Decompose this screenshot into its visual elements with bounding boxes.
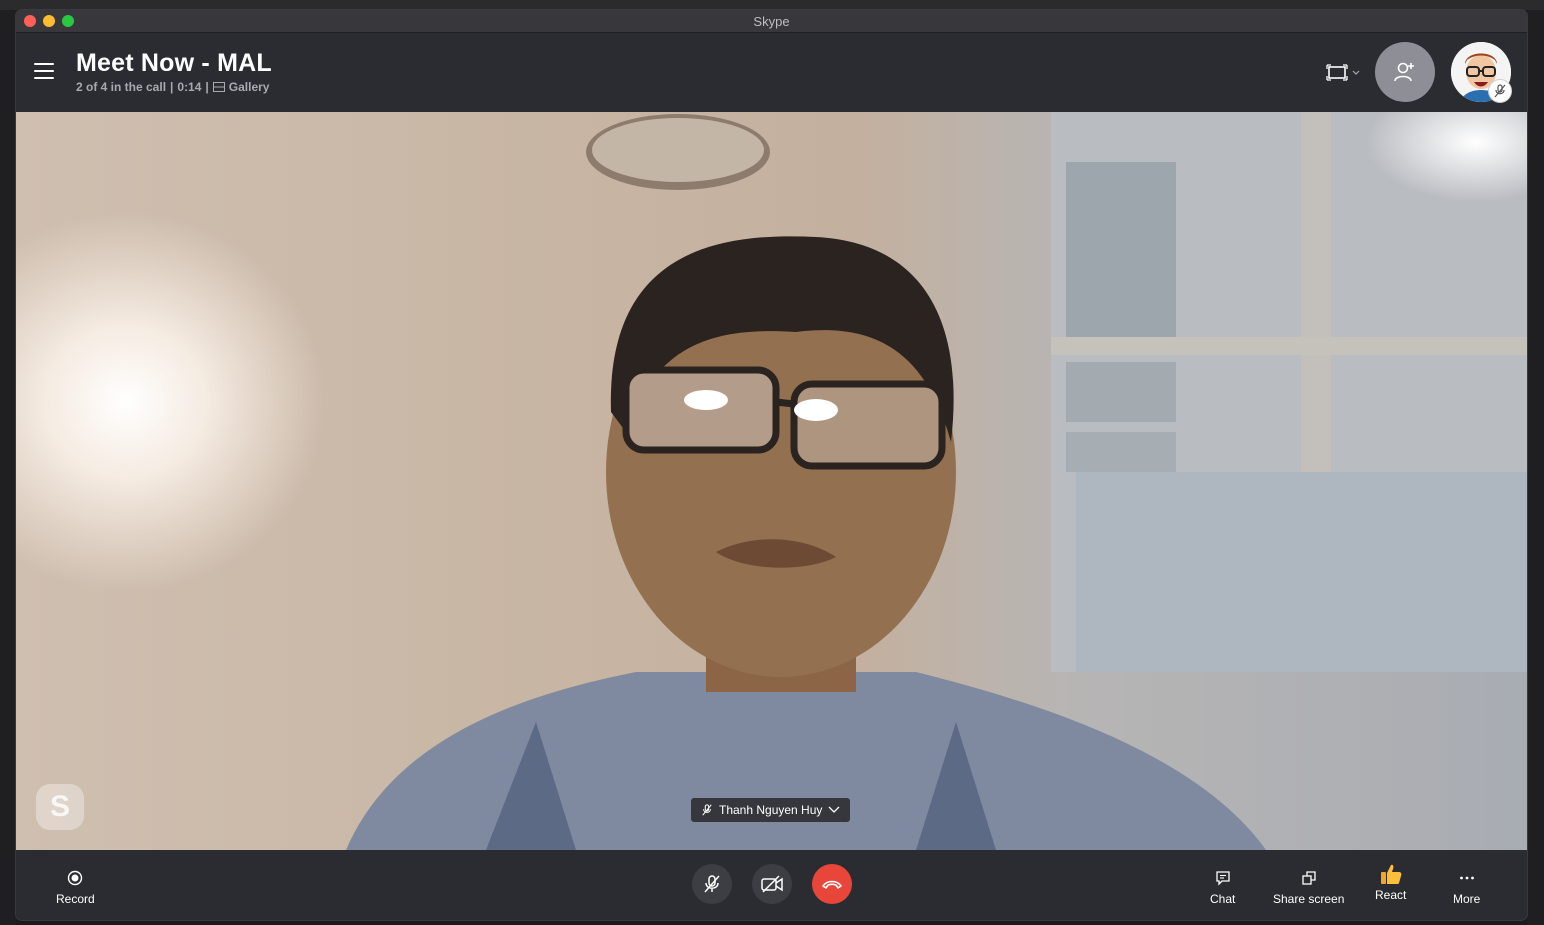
chat-icon [1216,871,1230,886]
more-options-button[interactable]: More [1453,870,1480,906]
share-screen-label: Share screen [1273,892,1345,906]
chevron-down-icon [828,806,840,813]
end-call-button[interactable] [812,864,852,904]
share-screen-icon [1302,871,1316,885]
call-header: Meet Now - MAL 2 of 4 in the call | 0:14… [16,33,1527,112]
layout-switch-button[interactable] [1326,63,1362,83]
mic-muted-icon [1494,84,1506,98]
call-controls-bar: Record Chat Share screen React More [16,850,1527,920]
react-button[interactable]: React [1375,862,1406,902]
share-screen-button[interactable]: Share screen [1273,870,1344,906]
record-label: Record [56,892,95,906]
record-button[interactable]: Record [56,870,95,906]
hamburger-menu-icon[interactable] [34,63,54,79]
window-titlebar: Skype [16,10,1527,33]
gallery-icon [212,82,225,92]
window-title: Skype [753,14,790,29]
call-title: Meet Now - MAL [76,49,272,77]
mic-muted-icon [704,875,720,893]
mute-microphone-button[interactable] [692,864,732,904]
participant-name-tag[interactable]: Thanh Nguyen Huy [691,798,851,822]
more-label: More [1453,892,1481,906]
video-toggle-button[interactable] [752,864,792,904]
more-dots-icon [1459,876,1474,880]
call-duration: 0:14 [177,80,202,94]
participant-count: 2 of 4 in the call [76,80,167,94]
thumbs-up-icon [1380,864,1402,884]
video-frame [16,112,1527,850]
separator: | [205,80,209,94]
desktop-menubar [0,0,1544,10]
hang-up-icon [822,880,842,889]
separator: | [170,80,174,94]
view-mode-label: Gallery [228,80,270,94]
chat-label: Chat [1210,892,1236,906]
mic-muted-icon [702,804,712,816]
video-off-icon [761,875,783,893]
call-subtitle: 2 of 4 in the call | 0:14 | Gallery [76,80,269,94]
view-mode-toggle[interactable]: Gallery [212,80,270,94]
chat-button[interactable]: Chat [1210,870,1235,906]
desktop-left-edge [0,10,16,925]
react-label: React [1375,888,1407,902]
desktop-right-edge [1527,10,1544,925]
add-person-icon [1394,62,1414,82]
skype-logo-watermark: S [36,784,84,830]
self-muted-badge [1488,79,1512,103]
screen-layout-icon [1326,64,1360,81]
skype-window: Skype Meet Now - MAL 2 of 4 in the call … [16,10,1527,920]
record-icon [68,870,83,886]
participant-name: Thanh Nguyen Huy [719,803,823,817]
participant-video: S Thanh Nguyen Huy [16,112,1527,850]
add-participant-button[interactable] [1375,42,1435,102]
